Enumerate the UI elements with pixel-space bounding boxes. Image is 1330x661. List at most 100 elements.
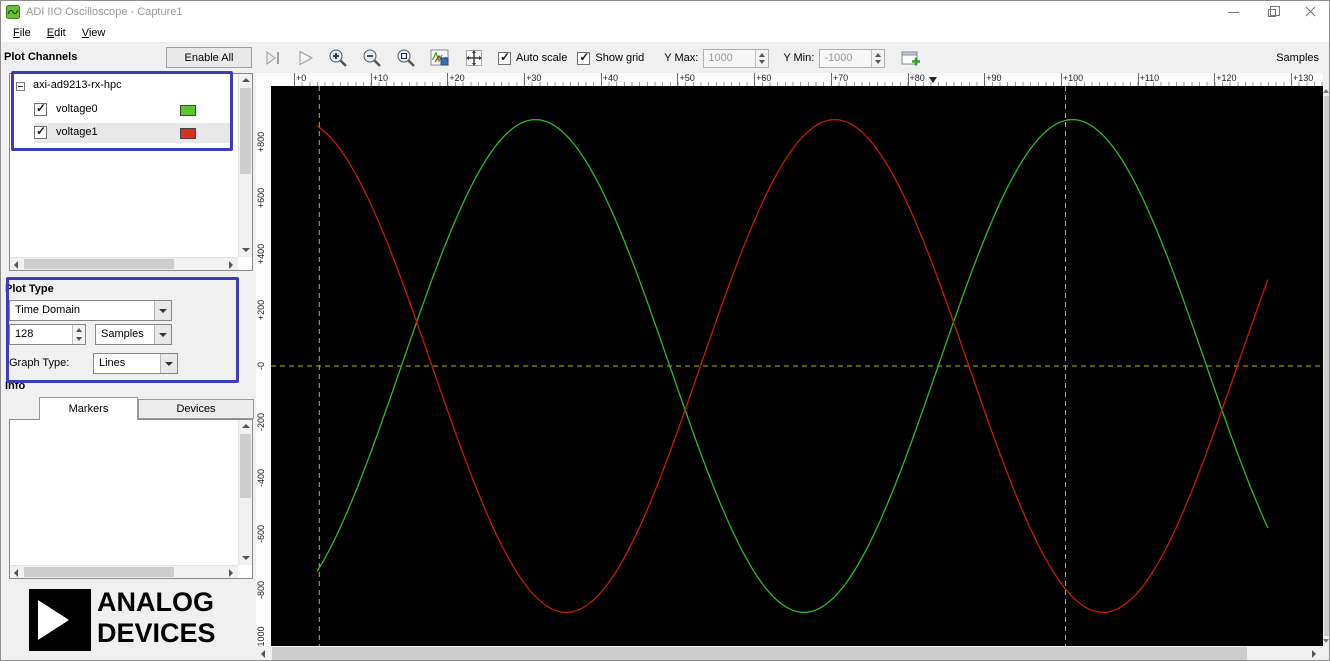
adi-logo-line2: DEVICES: [97, 618, 216, 649]
ruler-tick: [1214, 73, 1215, 86]
zoom-fit-button[interactable]: [396, 48, 416, 68]
scroll-left-icon[interactable]: [256, 646, 272, 661]
auto-scale-label: Auto scale: [516, 52, 567, 64]
channel-checkbox-voltage0[interactable]: [34, 103, 47, 116]
zoom-out-button[interactable]: [362, 48, 382, 68]
scroll-left-icon[interactable]: [10, 566, 23, 578]
ruler-tick: [447, 73, 448, 86]
scroll-left-icon[interactable]: [10, 258, 23, 270]
scrollbar-thumb[interactable]: [1324, 96, 1330, 636]
sample-count-spinner[interactable]: 128: [9, 324, 86, 345]
scrollbar-thumb[interactable]: [240, 434, 251, 498]
window-title: ADI IIO Oscilloscope - Capture1: [26, 6, 1215, 18]
ruler-tick-label: +100: [1063, 73, 1083, 83]
ruler-tick: [677, 73, 678, 86]
plot-area[interactable]: [271, 86, 1323, 646]
markers-vscrollbar[interactable]: [238, 420, 252, 565]
scroll-down-icon[interactable]: [239, 552, 252, 565]
y-axis-label: +200: [256, 290, 270, 330]
ruler-tick-label: +50: [679, 73, 694, 83]
y-axis-label: +400: [256, 234, 270, 274]
channel-color-swatch-voltage0[interactable]: [180, 105, 196, 116]
ruler-tick: [831, 73, 832, 86]
scrollbar-thumb[interactable]: [240, 88, 251, 174]
chevron-down-icon[interactable]: [154, 301, 171, 320]
scroll-up-icon[interactable]: [239, 74, 252, 87]
enable-all-button[interactable]: Enable All: [166, 47, 252, 68]
menu-file[interactable]: File: [5, 25, 39, 41]
ruler-tick-label: +0: [296, 73, 306, 83]
markers-hscrollbar[interactable]: [10, 565, 238, 578]
pan-button[interactable]: [464, 48, 484, 68]
spinner-arrows-icon[interactable]: [72, 325, 85, 344]
close-button[interactable]: [1291, 1, 1329, 23]
channel-name-voltage1: voltage1: [56, 126, 98, 138]
scroll-down-icon[interactable]: [239, 244, 252, 257]
plot-vscrollbar[interactable]: [1323, 86, 1330, 646]
y-axis: +800+600+400+200-0-200-400-600-800-1000: [256, 86, 271, 646]
trace-voltage0: [317, 120, 1268, 613]
play-button[interactable]: [296, 50, 314, 66]
scroll-right-icon[interactable]: [225, 566, 238, 578]
waveform-canvas[interactable]: [271, 86, 1323, 646]
scrollbar-thumb[interactable]: [24, 567, 174, 577]
device-tree-node[interactable]: axi-ad9213-rx-hpc: [14, 79, 234, 97]
ruler-tick-label: +60: [756, 73, 771, 83]
scroll-up-icon[interactable]: [239, 420, 252, 433]
ruler-tick-label: +20: [449, 73, 464, 83]
y-max-value: 1000: [708, 52, 732, 64]
x-ruler[interactable]: +0+10+20+30+40+50+60+70+80+90+100+110+12…: [271, 73, 1323, 86]
minimize-button[interactable]: [1215, 1, 1253, 23]
plot-type-label: Plot Type: [5, 283, 54, 295]
menu-edit[interactable]: Edit: [39, 25, 74, 41]
channel-row-voltage1[interactable]: voltage1: [34, 123, 232, 143]
auto-scale-toggle[interactable]: Auto scale: [498, 52, 567, 65]
jump-to-end-button[interactable]: [264, 50, 282, 66]
scrollbar-thumb[interactable]: [24, 259, 174, 269]
y-min-value: -1000: [824, 52, 852, 64]
menu-view[interactable]: View: [74, 25, 114, 41]
scroll-right-icon[interactable]: [225, 258, 238, 270]
show-grid-toggle[interactable]: Show grid: [577, 52, 644, 65]
sample-unit-dropdown[interactable]: Samples: [95, 324, 172, 345]
show-grid-checkbox[interactable]: [577, 52, 590, 65]
ruler-tick: [371, 73, 372, 86]
spinner-arrows-icon[interactable]: [755, 50, 768, 67]
adi-logo: [29, 589, 91, 651]
plot-hscrollbar[interactable]: [256, 646, 1323, 661]
y-max-field[interactable]: 1000: [703, 49, 769, 68]
channel-list: axi-ad9213-rx-hpc voltage0 voltage1: [9, 73, 253, 271]
titlebar: ADI IIO Oscilloscope - Capture1: [1, 1, 1329, 23]
scrollbar-thumb[interactable]: [272, 647, 1247, 661]
new-plot-button[interactable]: [901, 49, 921, 67]
trace-voltage1: [317, 120, 1268, 613]
app-window: ADI IIO Oscilloscope - Capture1 File Edi…: [0, 0, 1330, 661]
chevron-down-icon[interactable]: [160, 354, 177, 373]
y-axis-label: -0: [256, 346, 270, 386]
chevron-down-icon[interactable]: [154, 325, 171, 344]
auto-scale-checkbox[interactable]: [498, 52, 511, 65]
collapse-icon[interactable]: [16, 82, 25, 91]
y-min-field[interactable]: -1000: [819, 49, 885, 68]
channel-checkbox-voltage1[interactable]: [34, 126, 47, 139]
zoom-in-button[interactable]: [328, 48, 348, 68]
channel-row-voltage0[interactable]: voltage0: [34, 100, 232, 120]
channel-list-hscrollbar[interactable]: [10, 257, 238, 270]
tab-devices[interactable]: Devices: [138, 399, 254, 419]
scroll-up-icon[interactable]: [1323, 86, 1330, 96]
minimize-icon: [1228, 12, 1239, 13]
ruler-tick: [601, 73, 602, 86]
spinner-arrows-icon[interactable]: [871, 50, 884, 67]
plot-type-dropdown[interactable]: Time Domain: [9, 300, 172, 321]
adi-logo-line1: ANALOG: [97, 587, 216, 618]
scroll-down-icon[interactable]: [1323, 636, 1330, 646]
scroll-right-icon[interactable]: [1307, 646, 1323, 661]
channel-list-vscrollbar[interactable]: [238, 74, 252, 257]
snapshot-button[interactable]: [430, 49, 450, 67]
graph-type-value: Lines: [99, 357, 125, 369]
tab-markers[interactable]: Markers: [39, 397, 138, 420]
graph-type-dropdown[interactable]: Lines: [93, 353, 178, 374]
ruler-tick-label: +40: [603, 73, 618, 83]
channel-color-swatch-voltage1[interactable]: [180, 128, 196, 139]
restore-button[interactable]: [1253, 1, 1291, 23]
